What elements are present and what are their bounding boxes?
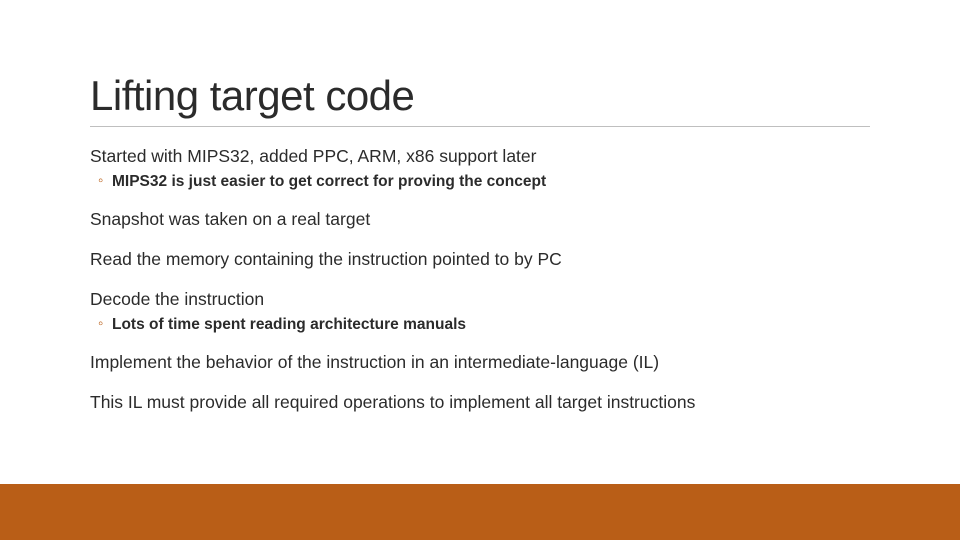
- body-subline-4a: Lots of time spent reading architecture …: [90, 315, 880, 334]
- body-line-2: Snapshot was taken on a real target: [90, 209, 880, 231]
- slide-body: Started with MIPS32, added PPC, ARM, x86…: [90, 146, 880, 414]
- body-line-4: Decode the instruction: [90, 289, 880, 311]
- body-line-6: This IL must provide all required operat…: [90, 392, 880, 414]
- body-line-5: Implement the behavior of the instructio…: [90, 352, 880, 374]
- slide-title: Lifting target code: [90, 72, 414, 120]
- title-underline: [90, 126, 870, 127]
- footer-bar: [0, 484, 960, 540]
- body-subline-1a: MIPS32 is just easier to get correct for…: [90, 172, 880, 191]
- slide: Lifting target code Started with MIPS32,…: [0, 0, 960, 540]
- body-line-1: Started with MIPS32, added PPC, ARM, x86…: [90, 146, 880, 168]
- body-line-3: Read the memory containing the instructi…: [90, 249, 880, 271]
